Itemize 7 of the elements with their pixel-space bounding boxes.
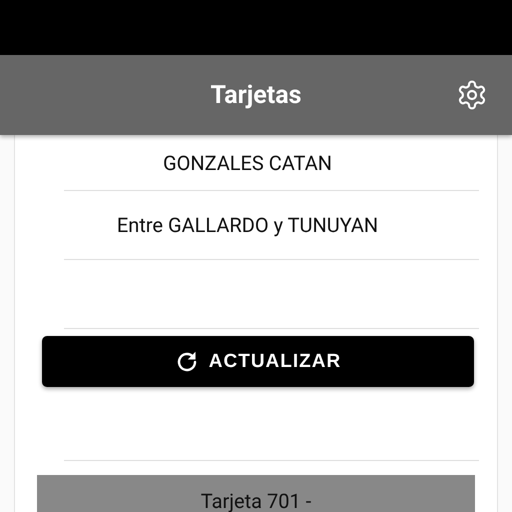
settings-icon[interactable] bbox=[456, 79, 488, 111]
card-panel[interactable]: Tarjeta 701 - bbox=[37, 475, 475, 512]
app-title: Tarjetas bbox=[210, 80, 302, 110]
detail-text: Entre GALLARDO y TUNUYAN bbox=[116, 213, 378, 237]
card-panel-title: Tarjeta 701 - bbox=[200, 490, 312, 512]
refresh-button[interactable]: ACTUALIZAR bbox=[42, 336, 474, 387]
detail-text: GONZALES CATAN bbox=[162, 150, 332, 174]
